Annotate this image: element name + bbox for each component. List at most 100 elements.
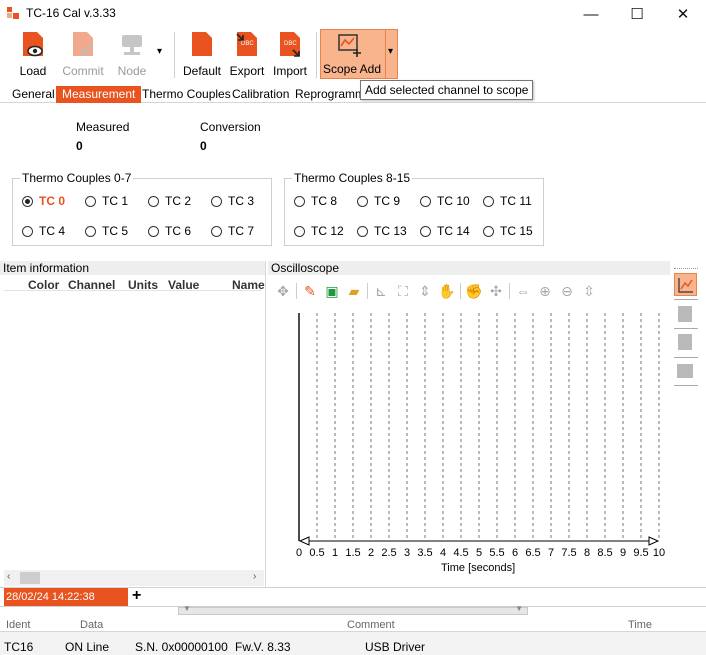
export-button[interactable]: DBC Export [227,30,267,80]
radio-label: TC 9 [374,194,401,208]
scope-add-tooltip: Add selected channel to scope [360,80,534,100]
toolbar: Load Commit Node ▾ Default DBC Export DB… [0,28,706,86]
axis-left-arrow-icon[interactable] [298,536,310,546]
scope-view-button[interactable] [674,273,697,296]
radio-dot-icon [85,225,96,237]
scroll-left-icon[interactable]: ‹ [7,571,10,582]
oscilloscope-chart[interactable]: 0 0.5 1 1.5 2 2.5 3 3.5 4 4.5 5 5.5 6 6.5 7 7.5 8 8.5 9 9.5… [268,305,670,587]
log-column-ident[interactable]: Ident [6,619,30,631]
radio-dot-icon [22,195,33,207]
tab-calibration[interactable]: Calibration [226,86,295,103]
radio-tc-8[interactable]: TC 8 [294,194,337,208]
radio-tc-6[interactable]: TC 6 [148,224,191,238]
x-tick-label: 8 [584,547,590,559]
radio-label: TC 1 [102,194,129,208]
log-tab-timestamp[interactable]: 28/02/24 14:22:38 [4,588,128,606]
vertical-scale-icon[interactable]: ⇕ [416,282,434,300]
radio-dot-icon [420,195,431,207]
radio-tc-3[interactable]: TC 3 [211,194,254,208]
status-connection: ON Line [65,640,110,654]
toolbar-separator [316,32,317,78]
tab-measurement[interactable]: Measurement [56,86,142,103]
scrollbar-thumb[interactable] [20,572,40,584]
log-splitter[interactable]: ▼ ▼ [178,604,528,615]
grab-icon[interactable]: ✊ [465,282,483,300]
x-tick-label: 3 [404,547,410,559]
export-label: Export [229,64,265,78]
x-tick-label: 0 [296,547,302,559]
pan-icon[interactable]: ✋ [438,282,456,300]
radio-tc-4[interactable]: TC 4 [22,224,65,238]
load-icon [21,32,45,58]
radio-label: TC 13 [374,224,407,238]
toolbar-separator [174,32,175,78]
default-button[interactable]: Default [180,30,224,80]
load-button[interactable]: Load [12,30,54,80]
zoom-out-icon[interactable]: ⊖ [558,282,576,300]
node-dropdown-arrow[interactable]: ▾ [157,46,162,57]
node-icon [120,32,144,58]
radio-label: TC 3 [228,194,255,208]
report-icon[interactable] [677,364,693,378]
page-icon[interactable] [678,334,692,350]
expand-icon[interactable]: ✣ [487,282,505,300]
scope-add-dropdown[interactable]: ▾ [385,29,398,79]
close-button[interactable]: ✕ [660,0,706,28]
radio-tc-12[interactable]: TC 12 [294,224,344,238]
measured-value: 0 [76,139,83,153]
tab-thermo-couples[interactable]: Thermo Couples [136,86,237,103]
group-title: Thermo Couples 0-7 [20,171,134,185]
move-icon[interactable]: ✥ [274,282,292,300]
document-icon[interactable] [678,306,692,322]
radio-label: TC 15 [500,224,533,238]
radio-tc-2[interactable]: TC 2 [148,194,191,208]
node-button[interactable]: Node [114,30,150,80]
x-tick-label: 3.5 [417,547,432,559]
log-column-time[interactable]: Time [628,619,652,631]
commit-button[interactable]: Commit [58,30,108,80]
radio-tc-13[interactable]: TC 13 [357,224,407,238]
radio-dot-icon [420,225,431,237]
vertical-fit-icon[interactable]: ⇳ [580,282,598,300]
radio-tc-5[interactable]: TC 5 [85,224,128,238]
maximize-button[interactable]: ☐ [614,0,660,28]
radio-tc-7[interactable]: TC 7 [211,224,254,238]
item-information-panel: Item information Color Channel Units Val… [0,261,266,587]
radio-tc-9[interactable]: TC 9 [357,194,400,208]
zoom-fit-icon[interactable]: ⛶ [394,282,412,300]
horizontal-fit-icon[interactable]: ⇔ [514,282,532,300]
zoom-in-icon[interactable]: ⊕ [536,282,554,300]
import-button[interactable]: DBC Import [270,30,310,80]
window-title: TC-16 Cal v.3.33 [26,6,116,20]
node-label: Node [117,64,147,78]
save-icon[interactable]: ▣ [323,282,341,300]
radio-tc-0[interactable]: TC 0 [22,194,65,208]
radio-tc-1[interactable]: TC 1 [85,194,128,208]
app-logo-icon [7,7,19,19]
radio-tc-14[interactable]: TC 14 [420,224,470,238]
x-tick-label: 1.5 [345,547,360,559]
radio-tc-11[interactable]: TC 11 [483,194,532,208]
open-folder-icon[interactable]: ▰ [345,282,363,300]
scroll-right-icon[interactable]: › [253,571,256,582]
add-tab-button[interactable]: + [132,587,141,605]
axis-icon[interactable]: ⊾ [372,282,390,300]
brush-icon[interactable]: ✎ [301,282,319,300]
horizontal-scrollbar[interactable]: ‹ › [4,570,264,586]
x-tick-label: 0.5 [309,547,324,559]
default-icon [190,32,214,58]
tab-general[interactable]: General [6,86,61,103]
axis-right-arrow-icon[interactable] [648,536,660,546]
log-column-comment[interactable]: Comment [347,619,395,631]
radio-dot-icon [294,195,305,207]
radio-tc-15[interactable]: TC 15 [483,224,533,238]
conversion-label: Conversion [200,120,261,134]
measured-label: Measured [76,120,130,134]
radio-tc-10[interactable]: TC 10 [420,194,470,208]
radio-label: TC 14 [437,224,470,238]
log-column-data[interactable]: Data [80,619,103,631]
radio-dot-icon [357,195,368,207]
x-tick-label: 5 [476,547,482,559]
minimize-button[interactable]: — [568,0,614,28]
radio-label: TC 10 [437,194,470,208]
